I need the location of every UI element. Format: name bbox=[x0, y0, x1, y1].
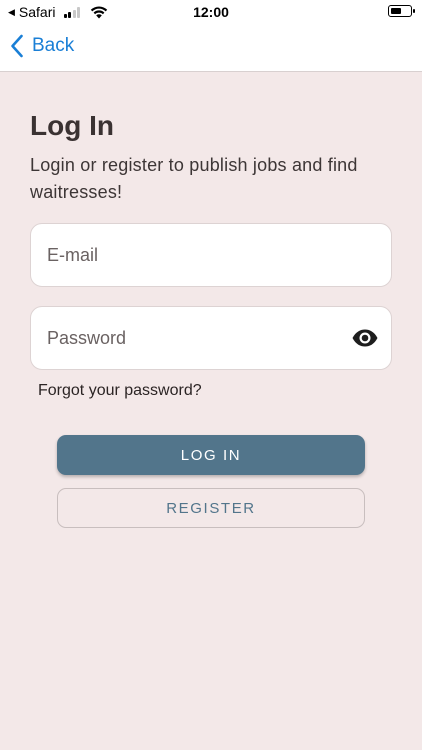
battery-icon bbox=[388, 5, 415, 17]
login-header: Log In Login or register to publish jobs… bbox=[30, 72, 392, 206]
subtitle: Login or register to publish jobs and fi… bbox=[30, 155, 358, 202]
status-time: 12:00 bbox=[193, 4, 229, 20]
eye-icon[interactable] bbox=[351, 326, 379, 350]
nav-bar: Back bbox=[0, 24, 422, 72]
back-button[interactable]: Back bbox=[10, 34, 74, 58]
password-field[interactable] bbox=[30, 306, 392, 370]
email-input[interactable] bbox=[47, 224, 347, 286]
login-button[interactable]: LOG IN bbox=[57, 435, 365, 475]
forgot-password-link[interactable]: Forgot your password? bbox=[38, 382, 202, 400]
back-label: Back bbox=[32, 35, 75, 56]
password-input[interactable] bbox=[47, 307, 347, 369]
status-bar: ◀ Safari 12:00 bbox=[0, 0, 422, 24]
register-button[interactable]: REGISTER bbox=[57, 488, 365, 528]
page-title: Log In bbox=[30, 110, 114, 141]
chevron-left-icon bbox=[11, 34, 23, 58]
email-field[interactable] bbox=[30, 223, 392, 287]
